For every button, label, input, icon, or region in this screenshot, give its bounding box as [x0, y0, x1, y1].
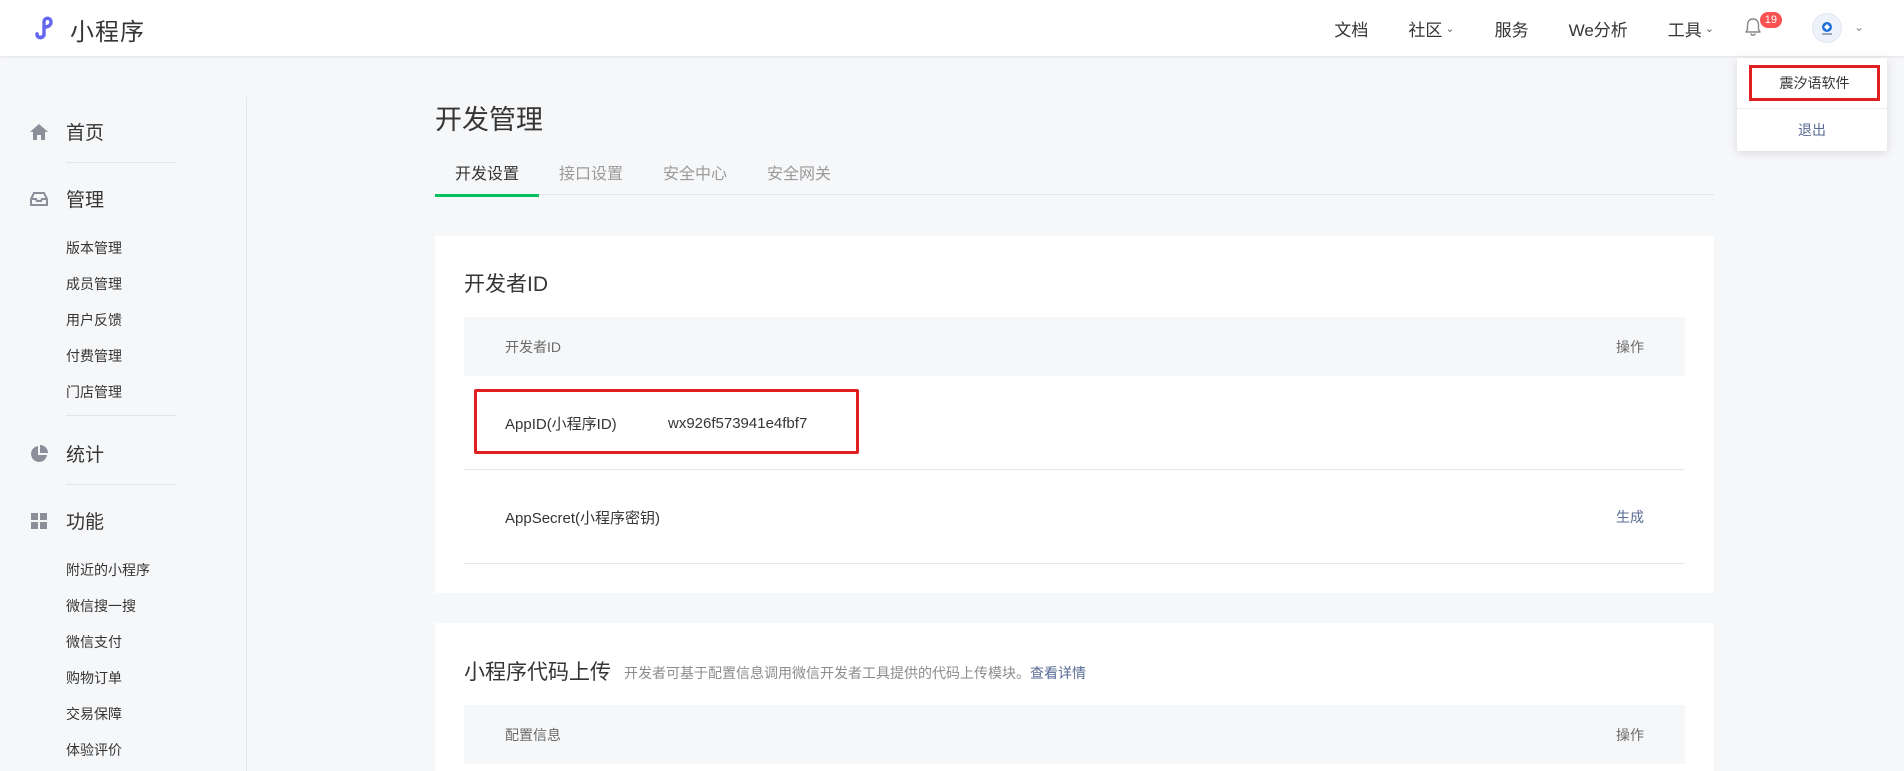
sidebar-item-manage-label: 管理: [66, 190, 105, 211]
column-header-action: 操作: [1616, 726, 1644, 743]
sidebar-item-shopping-orders[interactable]: 购物订单: [66, 668, 122, 688]
account-name-item[interactable]: 震汐语软件: [1749, 65, 1880, 101]
nav-community-label: 社区: [1408, 20, 1443, 40]
top-nav: 文档 社区 ⌄ 服务 We分析 工具 ⌄: [1294, 0, 1714, 56]
notification-count-badge: 19: [1759, 12, 1782, 28]
menu-divider: [1737, 108, 1887, 109]
sidebar-item-user-feedback[interactable]: 用户反馈: [66, 310, 122, 330]
sidebar-item-manage[interactable]: 管理: [28, 185, 104, 212]
chevron-down-icon[interactable]: ⌄: [1854, 20, 1864, 34]
grid-icon: [28, 510, 50, 532]
nav-community[interactable]: 社区 ⌄: [1408, 16, 1454, 41]
sidebar-item-member-management[interactable]: 成员管理: [66, 274, 122, 294]
nav-services-label: 服务: [1494, 20, 1529, 40]
top-header: 小程序 文档 社区 ⌄ 服务 We分析 工具 ⌄ 19 ⌄: [0, 0, 1904, 56]
sidebar: [0, 56, 246, 771]
sidebar-divider: [66, 484, 176, 485]
nav-tools[interactable]: 工具 ⌄: [1668, 16, 1714, 41]
card-description-text: 开发者可基于配置信息调用微信开发者工具提供的代码上传模块。: [624, 665, 1030, 681]
account-dropdown-menu: 震汐语软件 退出: [1737, 58, 1887, 151]
sidebar-item-experience-rating[interactable]: 体验评价: [66, 740, 122, 760]
code-upload-card: 小程序代码上传 开发者可基于配置信息调用微信开发者工具提供的代码上传模块。查看详…: [435, 623, 1714, 771]
sidebar-item-payment-management[interactable]: 付费管理: [66, 346, 122, 366]
sidebar-item-transaction-guarantee[interactable]: 交易保障: [66, 704, 122, 724]
sidebar-item-version-management[interactable]: 版本管理: [66, 238, 122, 258]
developer-id-card: 开发者ID 开发者ID 操作 AppID(小程序ID) wx926f573941…: [435, 236, 1714, 593]
nav-tools-label: 工具: [1667, 20, 1702, 40]
card-description: 开发者可基于配置信息调用微信开发者工具提供的代码上传模块。查看详情: [624, 663, 1086, 683]
nav-docs[interactable]: 文档: [1334, 16, 1368, 41]
card-title: 小程序代码上传: [464, 661, 611, 684]
sidebar-item-features[interactable]: 功能: [28, 507, 104, 534]
brand-logo[interactable]: 小程序: [28, 10, 145, 49]
view-details-link[interactable]: 查看详情: [1030, 665, 1086, 681]
generate-secret-link[interactable]: 生成: [1616, 470, 1644, 564]
page-title: 开发管理: [435, 105, 543, 135]
miniprogram-logo-icon: [28, 10, 62, 49]
nav-services[interactable]: 服务: [1495, 16, 1529, 41]
tab-security-center[interactable]: 安全中心: [643, 160, 747, 195]
sidebar-item-wechat-search[interactable]: 微信搜一搜: [66, 596, 136, 616]
sidebar-divider: [66, 162, 176, 163]
tab-bar: 开发设置 接口设置 安全中心 安全网关: [435, 160, 1714, 197]
tab-dev-settings[interactable]: 开发设置: [435, 160, 539, 197]
logout-button[interactable]: 退出: [1737, 116, 1887, 144]
nav-we-analytics[interactable]: We分析: [1569, 16, 1628, 41]
column-header-config-info: 配置信息: [505, 726, 561, 743]
table-header: 配置信息 操作: [464, 705, 1685, 764]
nav-docs-label: 文档: [1334, 20, 1369, 40]
chevron-down-icon: ⌄: [1704, 22, 1714, 35]
appid-highlight-box: [474, 389, 859, 454]
tab-api-settings[interactable]: 接口设置: [539, 160, 643, 195]
sidebar-item-home[interactable]: 首页: [28, 118, 104, 145]
chevron-down-icon: ⌄: [1445, 22, 1455, 35]
tab-security-gateway[interactable]: 安全网关: [747, 160, 851, 195]
sidebar-item-home-label: 首页: [66, 123, 105, 144]
table-row: AppSecret(小程序密钥) 生成: [464, 470, 1685, 564]
home-icon: [28, 121, 50, 143]
sidebar-item-features-label: 功能: [66, 512, 105, 533]
sidebar-item-wechat-pay[interactable]: 微信支付: [66, 632, 122, 652]
sidebar-item-nearby-miniprogram[interactable]: 附近的小程序: [66, 560, 150, 580]
sidebar-divider: [66, 415, 176, 416]
sidebar-divider: [246, 97, 247, 771]
account-avatar-icon[interactable]: [1812, 13, 1842, 43]
column-header-action: 操作: [1616, 338, 1644, 355]
brand-name: 小程序: [70, 19, 145, 46]
sidebar-item-statistics-label: 统计: [66, 445, 105, 466]
nav-we-analytics-label: We分析: [1568, 20, 1628, 40]
card-title: 开发者ID: [464, 273, 548, 296]
table-header: 开发者ID 操作: [464, 317, 1685, 376]
appsecret-label: AppSecret(小程序密钥): [505, 509, 661, 527]
sidebar-item-statistics[interactable]: 统计: [28, 440, 104, 467]
pie-chart-icon: [28, 443, 50, 465]
sidebar-item-store-management[interactable]: 门店管理: [66, 382, 122, 402]
inbox-icon: [28, 188, 50, 210]
column-header-developer-id: 开发者ID: [505, 338, 561, 355]
